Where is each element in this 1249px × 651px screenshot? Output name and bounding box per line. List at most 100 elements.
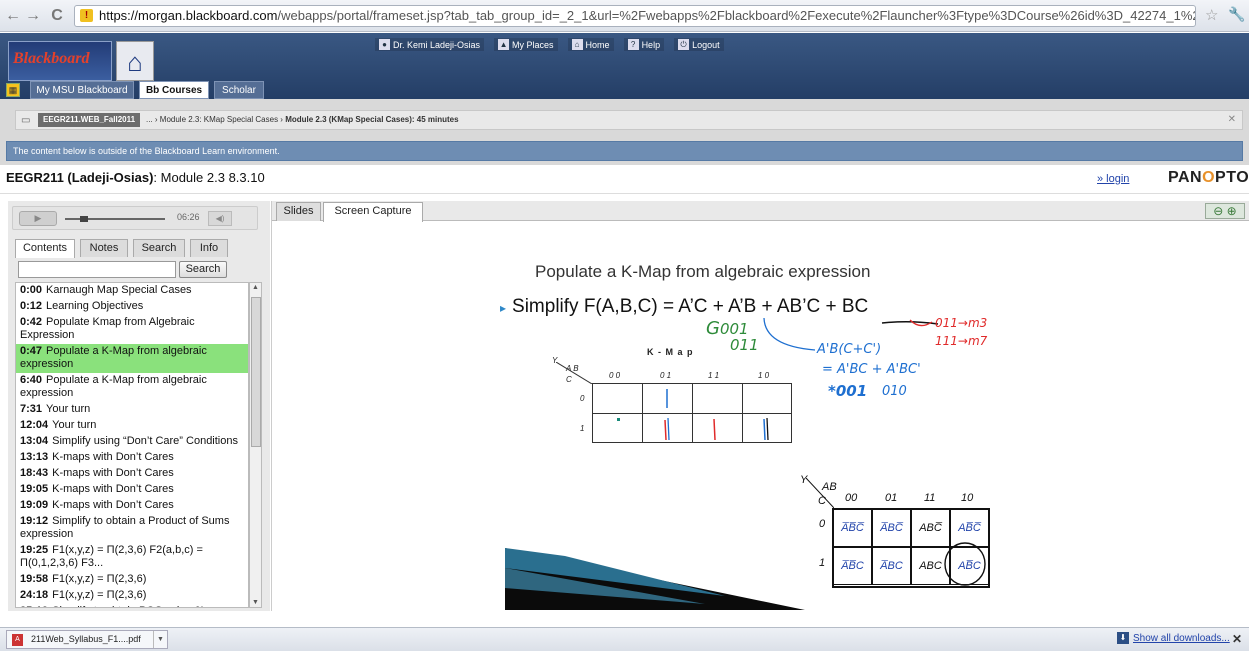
tab-info[interactable]: Info <box>190 239 228 257</box>
user-menu[interactable]: ● Dr. Kemi Ladeji-Osias <box>375 38 485 51</box>
timestamp: 0:00 <box>20 284 43 296</box>
play-button[interactable]: ▶ <box>19 211 57 226</box>
star-icon[interactable]: ☆ <box>1205 6 1218 24</box>
logo-part: PTO <box>1215 169 1249 186</box>
wrench-icon[interactable]: 🔧 <box>1228 6 1245 23</box>
list-item[interactable]: 13:04 Simplify using “Don’t Care” Conditi… <box>16 434 248 450</box>
scroll-thumb[interactable] <box>251 297 261 447</box>
breadcrumb-course[interactable]: EEGR211.WEB_Fall2011 <box>38 113 141 127</box>
kmap2-cell: A̅BC <box>872 547 911 585</box>
chevron-down-icon[interactable]: ▼ <box>153 631 167 648</box>
session-course: EEGR211 (Ladeji-Osias) <box>6 170 154 185</box>
nav-label: Help <box>641 39 661 50</box>
list-item[interactable]: 25:19 Simplify to obtain POS using 0’s on <box>16 604 248 607</box>
breadcrumb-trail: ... › Module 2.3: KMap Special Cases › M… <box>146 111 459 129</box>
hw-note: *001 <box>828 382 868 400</box>
menu-toggle-icon[interactable]: ▭ <box>21 112 30 130</box>
nav-label: My Places <box>512 39 554 50</box>
list-item-label: K-maps with Don’t Cares <box>52 499 174 511</box>
tab-screen-capture[interactable]: Screen Capture <box>323 202 423 222</box>
timestamp: 0:12 <box>20 300 43 312</box>
close-icon[interactable]: ✕ <box>1232 632 1242 646</box>
hw-note-text: 001 <box>835 382 868 400</box>
scroll-up-icon[interactable]: ▲ <box>252 284 259 291</box>
timestamp: 19:58 <box>20 573 49 585</box>
timestamp: 0:42 <box>20 316 43 328</box>
zoom-in-icon[interactable]: ⊕ <box>1227 204 1237 218</box>
seek-bar[interactable] <box>65 216 165 222</box>
list-item[interactable]: 19:58 F1(x,y,z) = Π(2,3,6) <box>16 572 248 588</box>
slide-equation: ▸ Simplify F(A,B,C) = A’C + A’B + AB’C + … <box>500 296 868 318</box>
top-nav: ● Dr. Kemi Ladeji-Osias ▲ My Places ⌂ Home … <box>375 36 724 53</box>
list-item[interactable]: 0:47 Populate a K-Map from algebraic expr… <box>16 344 248 373</box>
list-item[interactable]: 18:43 K-maps with Don’t Cares <box>16 466 248 482</box>
scroll-down-icon[interactable]: ▼ <box>252 599 259 606</box>
list-item[interactable]: 0:00 Karnaugh Map Special Cases <box>16 283 248 299</box>
breadcrumb-mid[interactable]: ... › Module 2.3: KMap Special Cases › <box>146 115 283 124</box>
close-icon[interactable]: ✕ <box>1228 111 1236 129</box>
timestamp: 7:31 <box>20 403 43 415</box>
list-item-label: K-maps with Don’t Cares <box>52 451 174 463</box>
list-item[interactable]: 19:12 Simplify to obtain a Product of Sum… <box>16 514 248 543</box>
duration: 06:26 <box>177 212 200 222</box>
contents-search-input[interactable] <box>18 261 176 278</box>
list-item-label: Your turn <box>46 403 91 415</box>
nav-help[interactable]: ? Help <box>623 38 665 51</box>
external-content-notice: The content below is outside of the Blac… <box>6 141 1243 161</box>
show-all-downloads-link[interactable]: Show all downloads... <box>1133 633 1230 644</box>
zoom-out-icon[interactable]: ⊖ <box>1213 204 1223 218</box>
list-item-label: Your turn <box>52 419 97 431</box>
list-item[interactable]: 0:12 Learning Objectives <box>16 299 248 315</box>
list-item-label: Simplify to obtain POS using 0’s on <box>52 605 224 607</box>
nav-my-places[interactable]: ▲ My Places <box>494 38 558 51</box>
tab-my-msu-blackboard[interactable]: My MSU Blackboard <box>30 81 134 99</box>
list-item[interactable]: 12:04 Your turn <box>16 418 248 434</box>
tab-contents[interactable]: Contents <box>15 239 75 258</box>
hw-note: 011 <box>730 336 759 354</box>
contents-scrollbar[interactable]: ▲ ▼ <box>249 282 262 608</box>
tab-search[interactable]: Search <box>133 239 185 257</box>
bb-tabs: My MSU Blackboard Bb Courses Scholar <box>0 81 1249 99</box>
logout-icon: ⏻ <box>678 39 690 50</box>
list-item[interactable]: 6:40 Populate a K-Map from algebraic expr… <box>16 373 248 402</box>
kmap2-cell: A̅B̅C̅ <box>833 509 872 547</box>
kmap-row-label: 1 <box>580 424 585 433</box>
search-button[interactable]: Search <box>179 261 227 278</box>
tab-scholar[interactable]: Scholar <box>214 81 264 99</box>
blackboard-logo[interactable]: Blackboard <box>8 41 112 81</box>
timestamp: 13:04 <box>20 435 49 447</box>
kmap2-row-label: 1 <box>819 557 826 569</box>
download-item[interactable]: A 211Web_Syllabus_F1....pdf ▼ <box>6 630 168 649</box>
session-title: EEGR211 (Ladeji-Osias): Module 2.3 8.3.1… <box>6 170 265 185</box>
volume-icon[interactable]: ◀) <box>208 211 232 226</box>
list-item[interactable]: 24:18 F1(x,y,z) = Π(2,3,6) <box>16 588 248 604</box>
tab-bb-courses[interactable]: Bb Courses <box>139 81 209 99</box>
seek-handle[interactable] <box>80 216 88 222</box>
list-item[interactable]: 19:09 K-maps with Don’t Cares <box>16 498 248 514</box>
list-item-label: Learning Objectives <box>46 300 144 312</box>
kmap2-col-label: 11 <box>924 492 936 504</box>
nav-home[interactable]: ⌂ Home <box>567 38 614 51</box>
timestamp: 19:05 <box>20 483 49 495</box>
home-icon: ⌂ <box>571 39 583 50</box>
timestamp: 18:43 <box>20 467 49 479</box>
hw-note: 011→m3 <box>935 316 988 330</box>
logo-part: PAN <box>1168 169 1203 186</box>
list-item[interactable]: 0:42 Populate Kmap from Algebraic Express… <box>16 315 248 344</box>
url-domain: https://morgan.blackboard.com <box>99 8 278 23</box>
back-icon[interactable]: ← <box>4 7 22 25</box>
login-link[interactable]: » login <box>1097 173 1129 185</box>
address-bar[interactable]: ! https://morgan.blackboard.com/webapps/… <box>74 5 1196 27</box>
list-item-label: F1(x,y,z) = Π(2,3,6) <box>52 573 147 585</box>
list-item[interactable]: 13:13 K-maps with Don’t Cares <box>16 450 248 466</box>
list-item[interactable]: 7:31 Your turn <box>16 402 248 418</box>
tab-notes[interactable]: Notes <box>80 239 128 257</box>
list-item[interactable]: 19:25 F1(x,y,z) = Π(2,3,6) F2(a,b,c) = Π(… <box>16 543 248 572</box>
list-item[interactable]: 19:05 K-maps with Don’t Cares <box>16 482 248 498</box>
nav-logout[interactable]: ⏻ Logout <box>674 38 724 51</box>
slide-title: Populate a K-Map from algebraic expressi… <box>535 262 871 281</box>
tab-slides[interactable]: Slides <box>276 202 321 221</box>
hw-note: 111→m7 <box>935 334 988 348</box>
reload-icon[interactable]: C <box>48 7 66 25</box>
forward-icon[interactable]: → <box>24 7 42 25</box>
